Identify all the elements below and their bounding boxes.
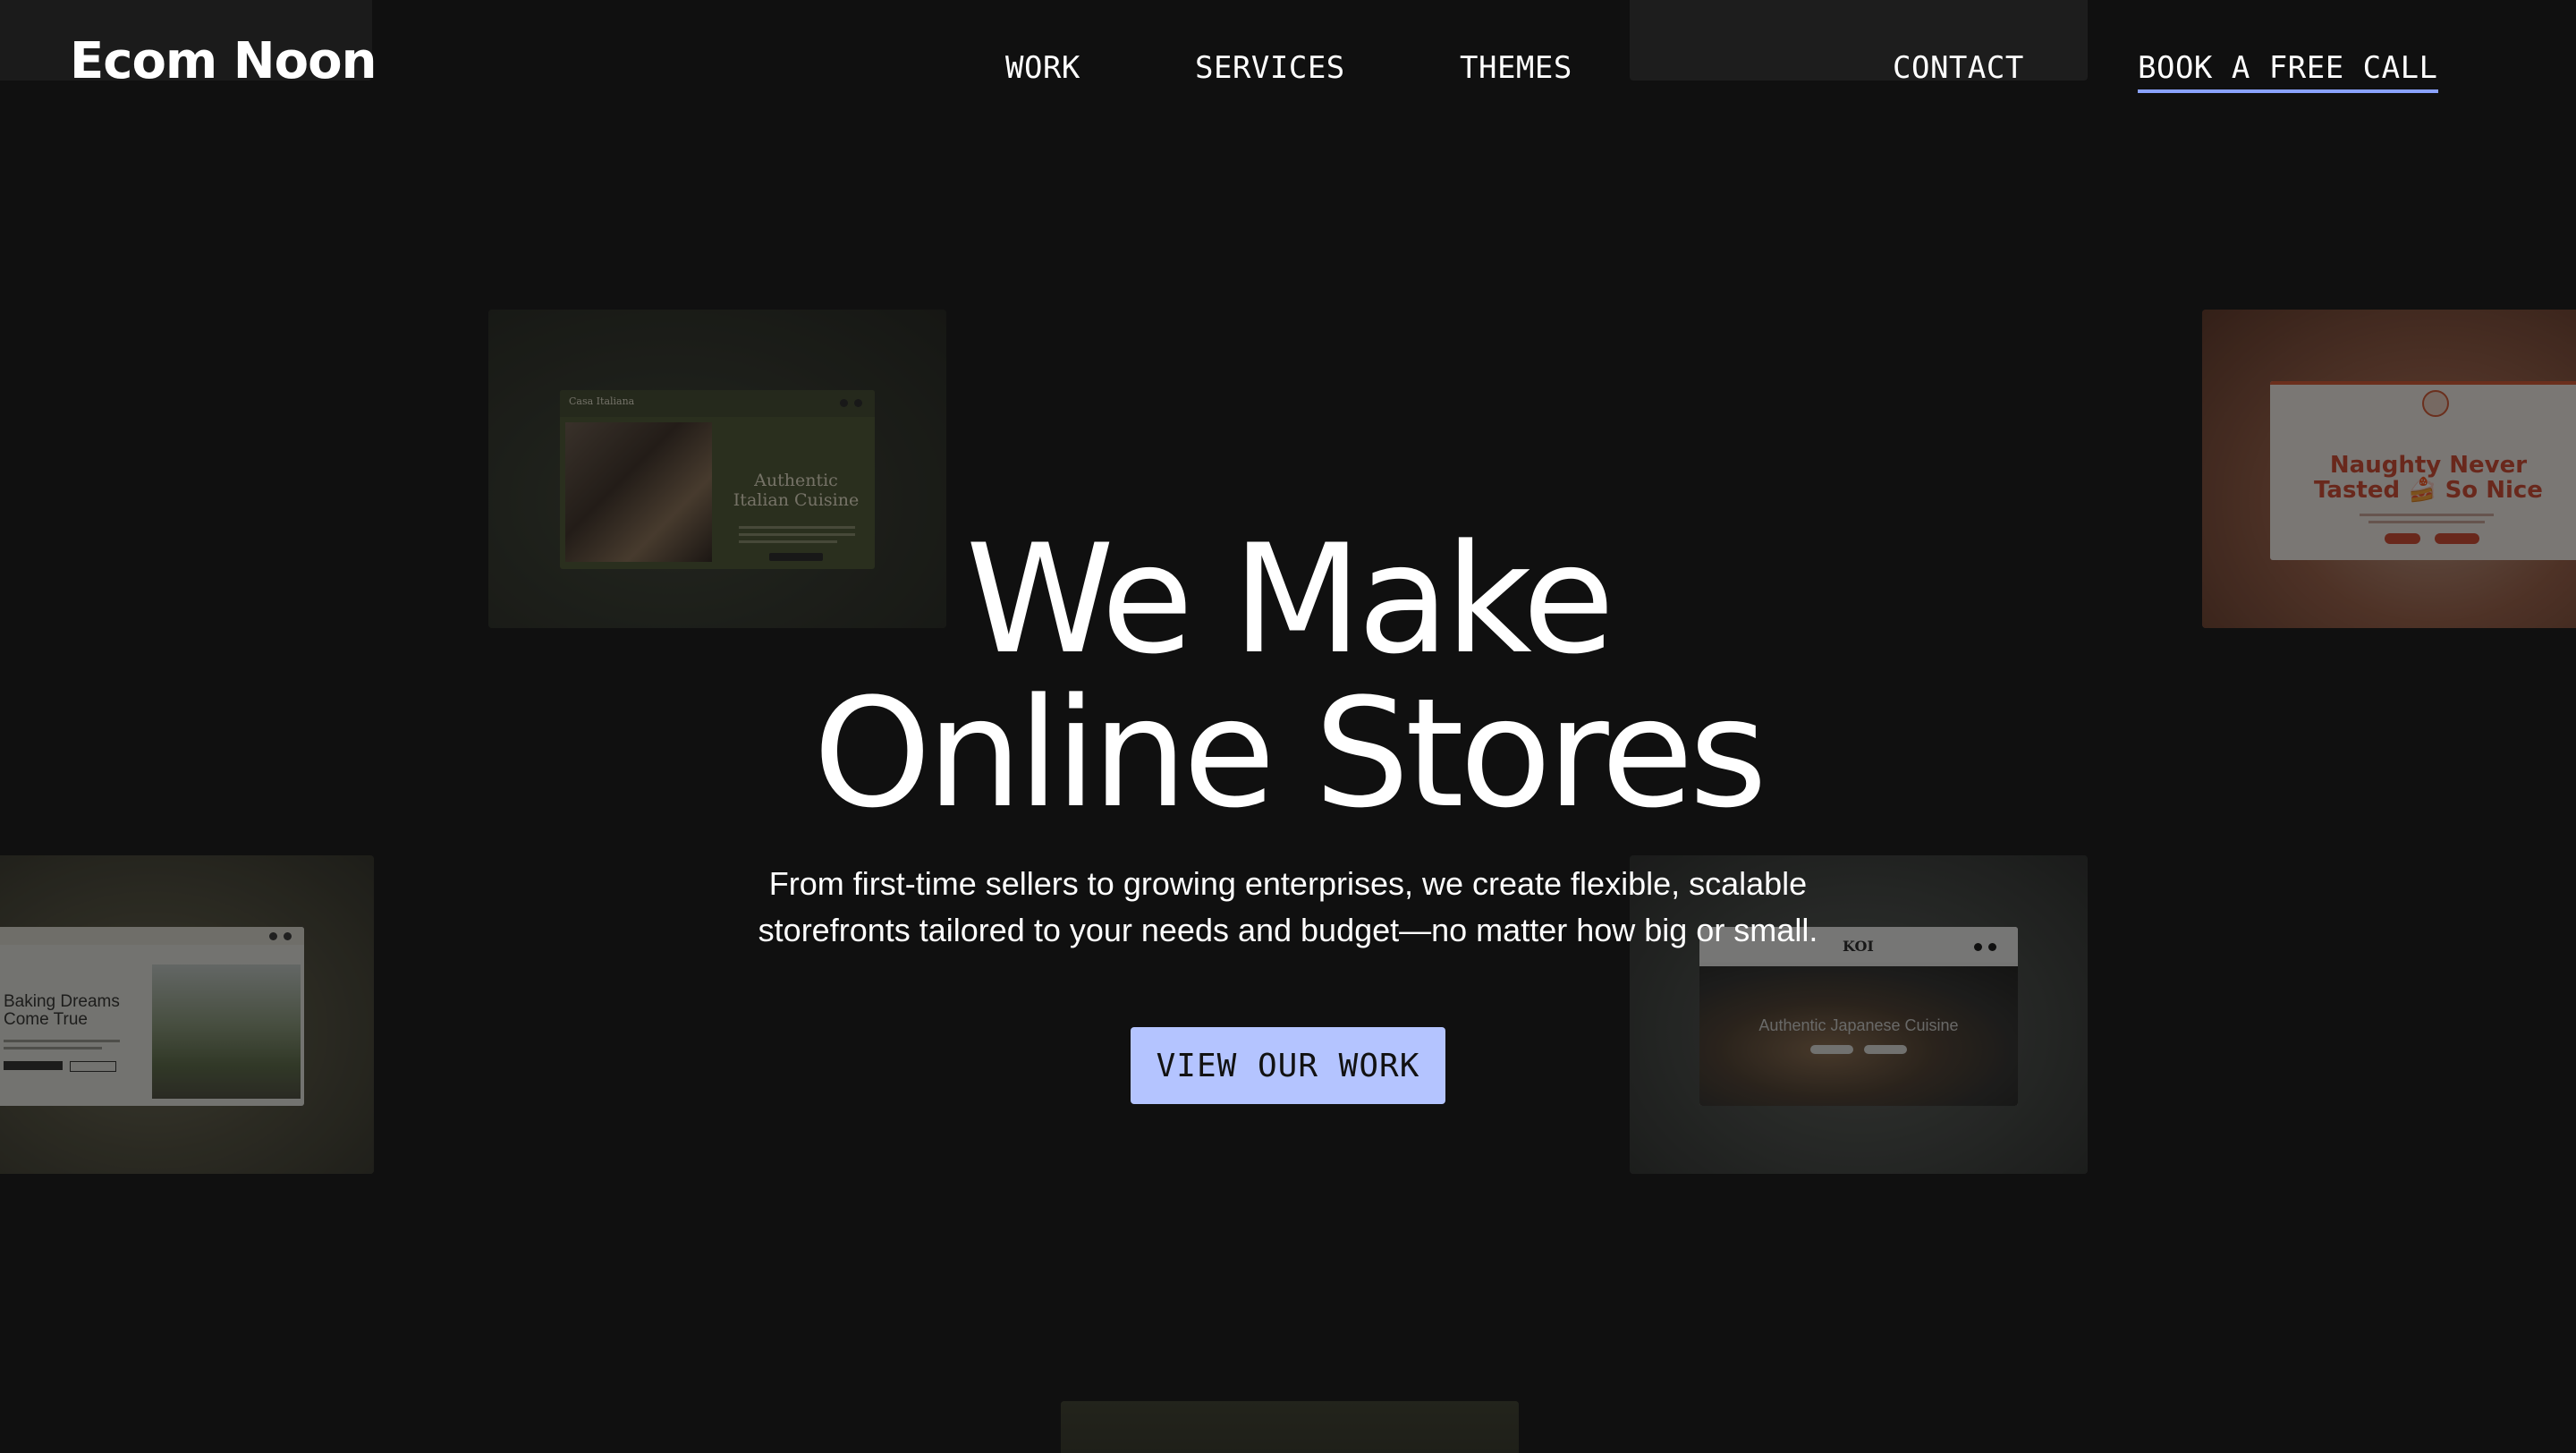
- baking-site-mockup: Baking Dreams Come True: [0, 927, 304, 1106]
- italian-site-brand: Casa Italiana: [569, 395, 635, 407]
- book-free-call-link[interactable]: BOOK A FREE CALL: [2138, 50, 2438, 93]
- hero-title-line2: Online Stores: [813, 666, 1767, 841]
- hero-subtitle-line2: storefronts tailored to your needs and b…: [758, 912, 1818, 948]
- japanese-site-mockup: KOI Authentic Japanese Cuisine: [1699, 927, 2018, 1106]
- italian-site-headline: Authentic Italian Cuisine: [733, 471, 860, 510]
- nav-work-link[interactable]: WORK: [1005, 50, 1080, 86]
- hero-title-line1: We Make: [965, 512, 1615, 687]
- page: Casa Italiana Authentic Italian Cuisine …: [0, 0, 2576, 1453]
- nav-themes-link[interactable]: THEMES: [1460, 50, 1572, 86]
- brand-logo[interactable]: Ecom Noon: [70, 32, 377, 90]
- hero-subtitle-line1: From first-time sellers to growing enter…: [768, 865, 1808, 902]
- japanese-site-headline: Authentic Japanese Cuisine: [1758, 1016, 1959, 1034]
- baking-site-headline: Baking Dreams Come True: [4, 992, 120, 1029]
- view-our-work-button[interactable]: VIEW OUR WORK: [1131, 1027, 1445, 1104]
- hero-title: We Make Online Stores: [0, 523, 2576, 830]
- japanese-site-photo: [1699, 966, 2018, 1106]
- naughty-site-headline: Naughty Never Tasted 🍰 So Nice: [2314, 452, 2543, 504]
- showcase-tile-bottom[interactable]: [1061, 1401, 1519, 1453]
- hero-subtitle: From first-time sellers to growing enter…: [0, 861, 2576, 954]
- nav-contact-link[interactable]: CONTACT: [1893, 50, 2024, 86]
- baking-site-photo: [152, 964, 301, 1099]
- nav-services-link[interactable]: SERVICES: [1195, 50, 1345, 86]
